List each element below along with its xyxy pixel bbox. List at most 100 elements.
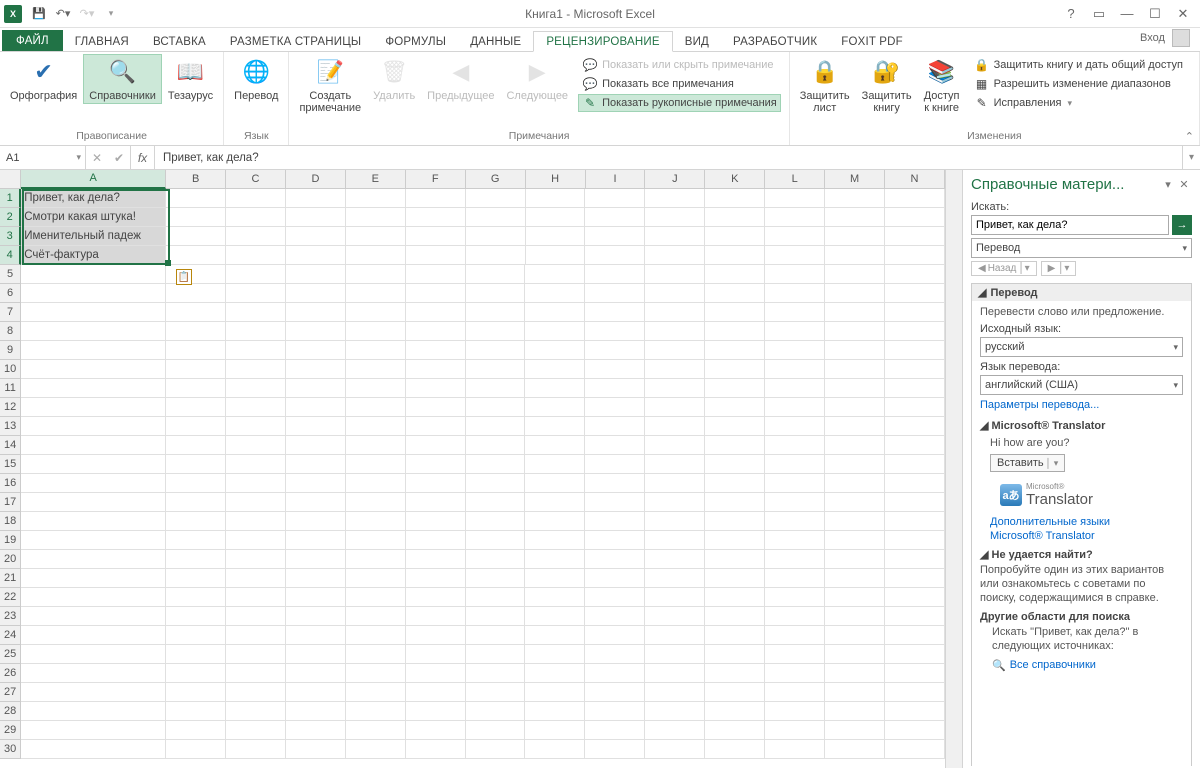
cell-N26[interactable] bbox=[885, 664, 945, 683]
cell-N24[interactable] bbox=[885, 626, 945, 645]
cell-D27[interactable] bbox=[286, 683, 346, 702]
cell-E27[interactable] bbox=[346, 683, 406, 702]
collapse-ribbon-icon[interactable]: ⌃ bbox=[1185, 130, 1194, 143]
cell-M7[interactable] bbox=[825, 303, 885, 322]
tab-insert[interactable]: ВСТАВКА bbox=[141, 32, 218, 51]
cell-D9[interactable] bbox=[286, 341, 346, 360]
src-lang-select[interactable]: русский bbox=[980, 337, 1183, 357]
cell-E17[interactable] bbox=[346, 493, 406, 512]
cell-G21[interactable] bbox=[466, 569, 526, 588]
cell-B4[interactable] bbox=[166, 246, 226, 265]
cell-F17[interactable] bbox=[406, 493, 466, 512]
cell-G14[interactable] bbox=[466, 436, 526, 455]
cell-L14[interactable] bbox=[765, 436, 825, 455]
cell-D8[interactable] bbox=[286, 322, 346, 341]
cell-I6[interactable] bbox=[585, 284, 645, 303]
cell-H22[interactable] bbox=[525, 588, 585, 607]
row-header-16[interactable]: 16 bbox=[0, 474, 21, 493]
cell-I25[interactable] bbox=[585, 645, 645, 664]
cell-B5[interactable] bbox=[166, 265, 226, 284]
cell-N17[interactable] bbox=[885, 493, 945, 512]
cell-C6[interactable] bbox=[226, 284, 286, 303]
cell-L13[interactable] bbox=[765, 417, 825, 436]
cell-I22[interactable] bbox=[585, 588, 645, 607]
cell-C2[interactable] bbox=[226, 208, 286, 227]
cell-G26[interactable] bbox=[466, 664, 526, 683]
cell-J2[interactable] bbox=[645, 208, 705, 227]
col-header-J[interactable]: J bbox=[645, 170, 705, 189]
pane-close-icon[interactable]: ✕ bbox=[1176, 178, 1192, 191]
cell-C18[interactable] bbox=[226, 512, 286, 531]
cell-A20[interactable] bbox=[21, 550, 166, 569]
cell-I20[interactable] bbox=[585, 550, 645, 569]
cell-G15[interactable] bbox=[466, 455, 526, 474]
cell-I30[interactable] bbox=[585, 740, 645, 759]
cell-J17[interactable] bbox=[645, 493, 705, 512]
cell-M24[interactable] bbox=[825, 626, 885, 645]
cell-N29[interactable] bbox=[885, 721, 945, 740]
cell-M23[interactable] bbox=[825, 607, 885, 626]
cell-E15[interactable] bbox=[346, 455, 406, 474]
cell-J10[interactable] bbox=[645, 360, 705, 379]
cell-J27[interactable] bbox=[645, 683, 705, 702]
cell-M21[interactable] bbox=[825, 569, 885, 588]
cell-F16[interactable] bbox=[406, 474, 466, 493]
cell-J9[interactable] bbox=[645, 341, 705, 360]
cell-F26[interactable] bbox=[406, 664, 466, 683]
cell-L10[interactable] bbox=[765, 360, 825, 379]
cell-E6[interactable] bbox=[346, 284, 406, 303]
cell-A26[interactable] bbox=[21, 664, 166, 683]
row-header-7[interactable]: 7 bbox=[0, 303, 21, 322]
row-header-25[interactable]: 25 bbox=[0, 645, 21, 664]
cell-I17[interactable] bbox=[585, 493, 645, 512]
cell-J1[interactable] bbox=[645, 189, 705, 208]
cell-J8[interactable] bbox=[645, 322, 705, 341]
cell-K23[interactable] bbox=[705, 607, 765, 626]
cell-G13[interactable] bbox=[466, 417, 526, 436]
cell-K14[interactable] bbox=[705, 436, 765, 455]
enter-icon[interactable]: ✔ bbox=[108, 151, 130, 165]
cell-B25[interactable] bbox=[166, 645, 226, 664]
select-all-corner[interactable] bbox=[0, 170, 21, 189]
cell-G7[interactable] bbox=[466, 303, 526, 322]
cell-L15[interactable] bbox=[765, 455, 825, 474]
cell-I24[interactable] bbox=[585, 626, 645, 645]
cell-L9[interactable] bbox=[765, 341, 825, 360]
cell-F29[interactable] bbox=[406, 721, 466, 740]
cell-D21[interactable] bbox=[286, 569, 346, 588]
cell-M9[interactable] bbox=[825, 341, 885, 360]
ms-translator-link[interactable]: Microsoft® Translator bbox=[990, 530, 1183, 542]
cell-A23[interactable] bbox=[21, 607, 166, 626]
cell-C16[interactable] bbox=[226, 474, 286, 493]
cell-F6[interactable] bbox=[406, 284, 466, 303]
pane-menu-icon[interactable]: ▾ bbox=[1160, 178, 1176, 191]
row-header-20[interactable]: 20 bbox=[0, 550, 21, 569]
cell-K28[interactable] bbox=[705, 702, 765, 721]
cell-K8[interactable] bbox=[705, 322, 765, 341]
cell-G12[interactable] bbox=[466, 398, 526, 417]
cell-B8[interactable] bbox=[166, 322, 226, 341]
cell-D11[interactable] bbox=[286, 379, 346, 398]
cell-D22[interactable] bbox=[286, 588, 346, 607]
cell-I26[interactable] bbox=[585, 664, 645, 683]
row-header-24[interactable]: 24 bbox=[0, 626, 21, 645]
cell-D24[interactable] bbox=[286, 626, 346, 645]
cell-M16[interactable] bbox=[825, 474, 885, 493]
cell-I21[interactable] bbox=[585, 569, 645, 588]
cell-G22[interactable] bbox=[466, 588, 526, 607]
cell-I5[interactable] bbox=[585, 265, 645, 284]
cell-J7[interactable] bbox=[645, 303, 705, 322]
cell-I10[interactable] bbox=[585, 360, 645, 379]
col-header-F[interactable]: F bbox=[406, 170, 466, 189]
cell-N13[interactable] bbox=[885, 417, 945, 436]
cell-D28[interactable] bbox=[286, 702, 346, 721]
tab-foxit[interactable]: FOXIT PDF bbox=[829, 32, 915, 51]
cell-E21[interactable] bbox=[346, 569, 406, 588]
cell-K18[interactable] bbox=[705, 512, 765, 531]
row-header-14[interactable]: 14 bbox=[0, 436, 21, 455]
cell-M30[interactable] bbox=[825, 740, 885, 759]
protect-share-button[interactable]: 🔒 Защитить книгу и дать общий доступ bbox=[970, 56, 1187, 74]
cell-A27[interactable] bbox=[21, 683, 166, 702]
cell-A7[interactable] bbox=[21, 303, 166, 322]
cell-F9[interactable] bbox=[406, 341, 466, 360]
